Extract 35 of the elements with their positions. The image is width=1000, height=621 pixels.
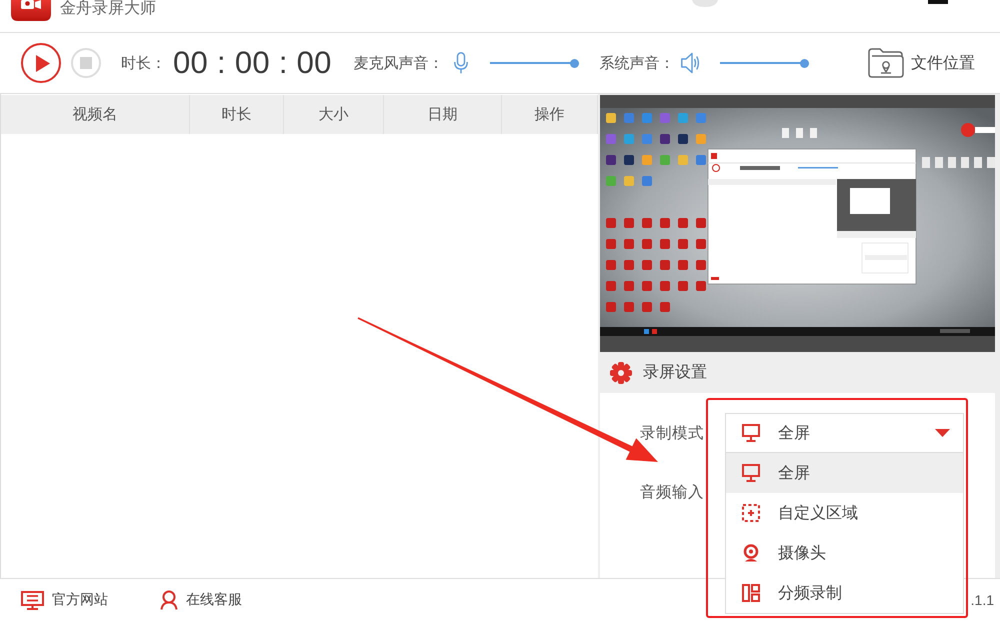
column-header: 时长 [190, 95, 284, 134]
microphone-icon [454, 52, 468, 74]
mode-select[interactable]: 全屏 [725, 413, 964, 453]
column-header: 大小 [284, 95, 384, 134]
person-icon [160, 590, 178, 610]
file-location-button[interactable]: 文件位置 [868, 48, 975, 78]
play-button[interactable] [21, 43, 61, 83]
webcam-icon [742, 544, 760, 562]
support-link[interactable]: 在线客服 [160, 590, 242, 610]
dashed-region-icon [742, 504, 760, 522]
speaker-icon [680, 52, 700, 74]
column-header: 视频名 [1, 95, 190, 134]
monitor-icon [21, 590, 44, 610]
version-text: .1.1 [970, 592, 994, 608]
folder-icon [868, 48, 904, 78]
gear-icon [610, 362, 632, 384]
stop-icon [80, 57, 92, 69]
stop-button[interactable] [71, 48, 101, 78]
monitor-icon [742, 464, 760, 482]
dropdown-option[interactable]: 全屏 [726, 453, 963, 493]
system-volume-label: 系统声音： [600, 54, 675, 72]
slider-thumb[interactable] [570, 58, 579, 68]
field-label: 音频输入 [640, 482, 704, 502]
field-label: 录制模式 [640, 424, 704, 444]
split-layout-icon [742, 584, 760, 602]
timer-display: 00 : 00 : 00 [173, 45, 332, 81]
mic-volume-label: 麦克风声音： [354, 54, 444, 72]
settings-title: 录屏设置 [643, 363, 707, 383]
play-icon [36, 54, 50, 72]
duration-label: 时长： [121, 54, 166, 72]
monitor-icon [742, 424, 760, 442]
column-header: 日期 [384, 95, 502, 134]
caret-icon [935, 429, 950, 437]
slider-thumb[interactable] [800, 58, 809, 68]
website-link[interactable]: 官方网站 [21, 590, 108, 610]
